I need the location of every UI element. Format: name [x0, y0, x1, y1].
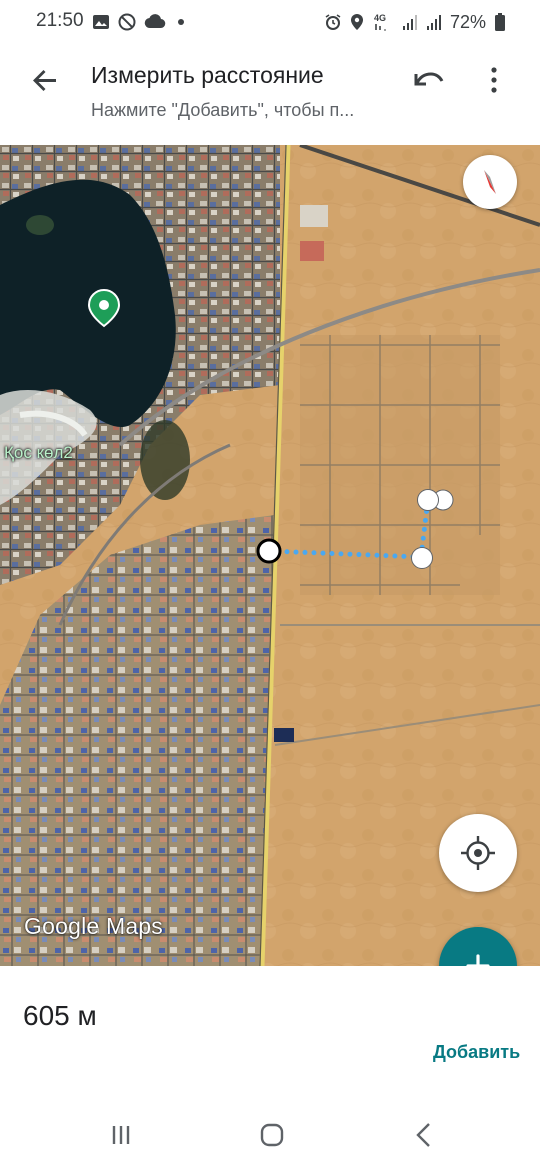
measure-start-point[interactable]	[255, 537, 283, 565]
recent-apps-button[interactable]	[108, 1123, 136, 1147]
measure-point[interactable]	[415, 487, 457, 513]
compass-icon	[484, 170, 496, 194]
compass-button[interactable]	[463, 155, 517, 209]
undo-icon	[414, 72, 444, 86]
system-nav-bar	[0, 1100, 540, 1170]
cloud-icon	[144, 14, 166, 29]
signal-icon	[402, 15, 417, 30]
status-right-icons: 4G 72%	[324, 10, 506, 34]
more-vert-icon	[491, 67, 497, 93]
home-button[interactable]	[258, 1121, 286, 1149]
do-not-disturb-icon	[118, 13, 136, 31]
signal-icon-2	[426, 15, 441, 30]
my-location-icon	[461, 836, 495, 870]
distance-value: 605 м	[23, 1000, 97, 1031]
app-bar: Измерить расстояние Нажмите "Добавить", …	[0, 44, 540, 144]
nav-back-button[interactable]	[410, 1121, 438, 1149]
location-icon	[350, 14, 363, 30]
back-button[interactable]	[28, 62, 64, 98]
dot-icon	[178, 19, 184, 25]
recent-apps-icon	[112, 1126, 130, 1144]
arrow-back-icon	[33, 70, 56, 91]
status-time: 21:50	[36, 10, 84, 31]
measure-sheet	[0, 966, 540, 1100]
measure-point[interactable]	[409, 545, 435, 571]
chevron-left-icon	[416, 1123, 430, 1147]
more-options-button[interactable]	[478, 62, 510, 98]
home-icon	[260, 1123, 284, 1147]
map-view[interactable]: Қос көл2 Google Maps	[0, 145, 540, 966]
4g-icon: 4G	[374, 13, 386, 31]
add-button[interactable]: Добавить	[433, 1042, 520, 1063]
page-subtitle: Нажмите "Добавить", чтобы п...	[91, 100, 355, 120]
svg-text:4G: 4G	[374, 13, 386, 23]
battery-icon	[495, 13, 505, 31]
battery-percent: 72%	[449, 11, 486, 32]
status-left-icons	[92, 12, 188, 32]
google-maps-logo: Google Maps	[24, 913, 163, 939]
status-bar: 21:50 4G 72%	[0, 0, 540, 44]
page-title: Измерить расстояние	[91, 62, 324, 88]
alarm-icon	[325, 14, 341, 30]
gallery-icon	[93, 15, 109, 29]
my-location-button[interactable]	[439, 814, 517, 892]
undo-button[interactable]	[408, 62, 448, 98]
